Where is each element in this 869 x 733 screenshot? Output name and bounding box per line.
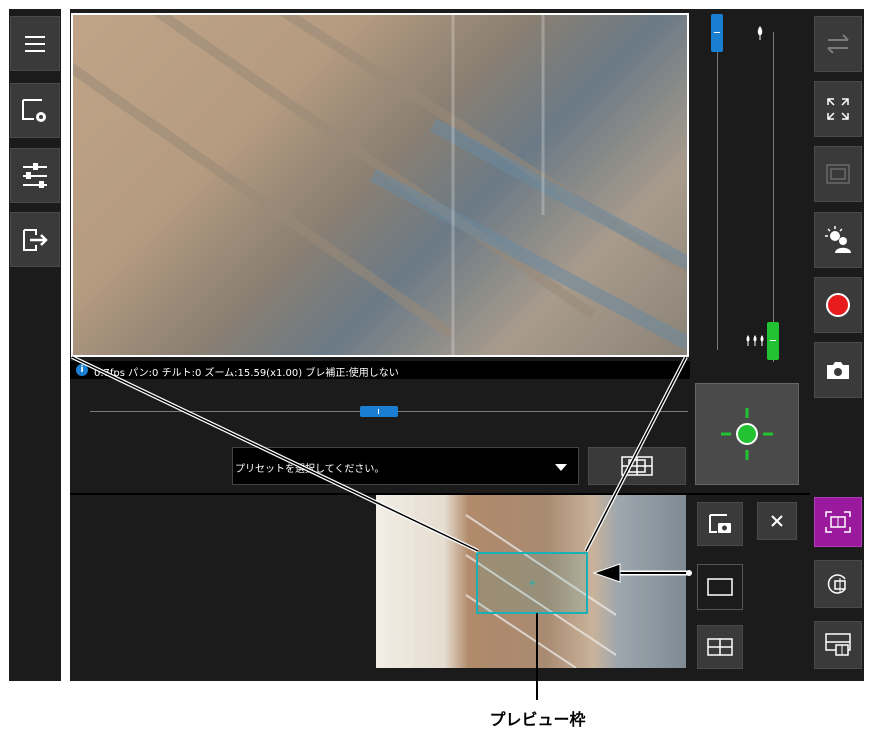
exit-button[interactable] — [10, 212, 60, 267]
exit-icon — [23, 228, 48, 251]
focus-near-icon — [757, 26, 763, 40]
status-bar: i 0.7fps パン:0 チルト:0 ズーム:15.59(x1.00) ブレ補… — [70, 361, 690, 379]
frame-icon — [826, 164, 850, 184]
rotate-preview-button[interactable] — [814, 560, 862, 608]
backlight-button[interactable] — [814, 212, 862, 268]
pan-slider-handle[interactable] — [360, 406, 398, 417]
preview-display-button[interactable] — [814, 621, 862, 669]
preview-capture-button[interactable] — [697, 502, 743, 546]
live-video[interactable] — [71, 13, 689, 357]
single-frame-icon — [707, 578, 733, 596]
camera-settings-icon — [22, 98, 46, 122]
menu-icon — [25, 35, 45, 52]
fullscreen-button[interactable] — [814, 81, 862, 137]
fullscreen-icon — [827, 98, 849, 120]
preset-grid-icon — [621, 456, 653, 476]
close-icon — [771, 515, 783, 527]
camera-settings-button[interactable] — [10, 83, 60, 138]
video-stairs-image — [73, 15, 687, 355]
rotate-preview-icon — [827, 574, 846, 594]
preview-panorama[interactable]: + — [376, 495, 686, 668]
preview-frame-label: プレビュー枠 — [489, 710, 586, 729]
swap-icon — [827, 34, 849, 54]
snapshot-button[interactable] — [814, 342, 862, 398]
target-icon — [721, 408, 773, 460]
preset-grid-button[interactable] — [588, 447, 686, 485]
frame-center-icon: + — [528, 578, 537, 589]
zoom-slider-handle[interactable] — [711, 14, 723, 52]
menu-button[interactable] — [10, 16, 60, 71]
focus-slider-track[interactable] — [773, 32, 774, 362]
image-adjust-icon — [23, 162, 47, 188]
image-adjust-button[interactable] — [10, 148, 60, 203]
multi-frame-icon — [707, 638, 733, 656]
zoom-slider-track[interactable] — [717, 20, 718, 350]
center-position-button[interactable] — [695, 383, 799, 485]
close-preview-button[interactable] — [757, 502, 797, 540]
backlight-icon — [825, 226, 851, 253]
preset-placeholder: プリセットを選択してください。 — [235, 464, 385, 475]
preset-select[interactable]: プリセットを選択してください。 — [232, 447, 579, 485]
single-frame-button[interactable] — [697, 564, 743, 610]
panorama-preview-button[interactable] — [814, 497, 862, 547]
focus-slider-handle[interactable] — [767, 322, 779, 360]
camera-viewer: i 0.7fps パン:0 チルト:0 ズーム:15.59(x1.00) ブレ補… — [0, 0, 869, 733]
multi-frame-button[interactable] — [697, 625, 743, 669]
record-icon — [826, 293, 850, 317]
preview-display-icon — [825, 633, 851, 656]
info-icon: i — [76, 364, 88, 376]
record-button[interactable] — [814, 277, 862, 333]
status-text: 0.7fps パン:0 チルト:0 ズーム:15.59(x1.00) ブレ補正:… — [94, 368, 399, 379]
frame-button[interactable] — [814, 146, 862, 202]
preview-frame[interactable]: + — [476, 552, 588, 614]
swap-button[interactable] — [814, 16, 862, 72]
preview-capture-icon — [709, 514, 731, 533]
focus-far-icon — [746, 335, 764, 346]
snapshot-icon — [827, 362, 849, 379]
chevron-down-icon — [555, 464, 567, 471]
panorama-preview-icon — [825, 511, 851, 533]
